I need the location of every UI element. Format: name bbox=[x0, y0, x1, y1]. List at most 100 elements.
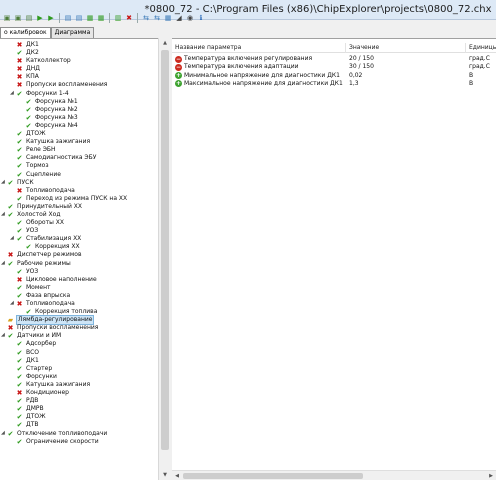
tree-node-label[interactable]: ДК1 bbox=[26, 41, 39, 49]
tree-node-label[interactable]: Катколлектор bbox=[26, 57, 71, 65]
tree-node-label[interactable]: Обороты ХХ bbox=[26, 219, 64, 227]
tree-node[interactable]: ✖ КПА bbox=[0, 73, 158, 81]
tree-vertical-scrollbar[interactable]: ▲ ▼ bbox=[158, 38, 171, 480]
tree-node-label[interactable]: Фаза впрыска bbox=[26, 292, 70, 300]
tree-node-label[interactable]: ДМРВ bbox=[26, 405, 44, 413]
tree-node-label[interactable]: Форсунка №3 bbox=[35, 114, 78, 122]
copy-icon[interactable]: ▤ bbox=[63, 13, 73, 23]
column-divider[interactable] bbox=[465, 43, 466, 53]
tool-icon[interactable]: ▶ bbox=[46, 13, 56, 23]
tree-node-label[interactable]: Форсунки bbox=[26, 373, 57, 381]
scroll-up-icon[interactable]: ▲ bbox=[159, 38, 171, 48]
tree-node-label[interactable]: Самодиагностика ЭБУ bbox=[26, 154, 96, 162]
tree-node-label[interactable]: Реле ЭБН bbox=[26, 146, 56, 154]
signal-icon[interactable]: ◢ bbox=[174, 13, 184, 23]
tree-node-label[interactable]: Коррекция топлива bbox=[35, 308, 97, 316]
tree-node-label[interactable]: Форсунка №4 bbox=[35, 122, 78, 130]
tree-node[interactable]: ✔ Форсунка №4 bbox=[0, 122, 158, 130]
tree-node-label[interactable]: Пропуски воспламенения bbox=[17, 324, 98, 332]
grid-row[interactable]: + Минимальное напряжение для диагностики … bbox=[172, 72, 496, 80]
tree-node-label[interactable]: Отключение топливоподачи bbox=[17, 430, 107, 438]
tree-node-label[interactable]: УОЗ bbox=[26, 268, 38, 276]
tree-node-label[interactable]: Холостой Ход bbox=[17, 211, 61, 219]
tree-node[interactable]: ◢ ✔ Датчики и ИМ bbox=[0, 332, 158, 340]
tree-node-label[interactable]: Стабилизация ХХ bbox=[26, 235, 81, 243]
tree-node[interactable]: ◢ ✖ Топливоподача bbox=[0, 300, 158, 308]
column-header-value[interactable]: Значение bbox=[349, 43, 379, 53]
parameter-value[interactable]: 1,3 bbox=[349, 80, 359, 88]
save-icon[interactable]: ▤ bbox=[24, 13, 34, 23]
scale-icon[interactable]: ▥ bbox=[113, 13, 123, 23]
tree-node-label[interactable]: Датчики и ИМ bbox=[17, 332, 61, 340]
tree-node[interactable]: ◢ ✔ Холостой Ход bbox=[0, 211, 158, 219]
tree-node-label[interactable]: Катушка зажигания bbox=[26, 138, 90, 146]
grid-row[interactable]: − Температура включения адаптации 30 / 150… bbox=[172, 63, 496, 71]
tree-scroll-thumb[interactable] bbox=[161, 50, 169, 450]
check-icon[interactable]: ▦ bbox=[96, 13, 106, 23]
tree-node[interactable]: ✔ РДВ bbox=[0, 397, 158, 405]
tree-node-label[interactable]: Форсунки 1-4 bbox=[26, 90, 69, 98]
tree-node[interactable]: ✖ Цикловое наполнение bbox=[0, 276, 158, 284]
scroll-down-icon[interactable]: ▼ bbox=[159, 470, 171, 480]
column-header-unit[interactable]: Единицы и bbox=[469, 43, 496, 53]
read-icon[interactable]: ⇆ bbox=[141, 13, 151, 23]
tree-node[interactable]: ✔ Коррекция топлива bbox=[0, 308, 158, 316]
tree-node-label[interactable]: Форсунка №2 bbox=[35, 106, 78, 114]
tree-node[interactable]: ✔ Коррекция ХХ bbox=[0, 243, 158, 251]
parameter-value[interactable]: 0,02 bbox=[349, 72, 362, 80]
grid-scroll-thumb[interactable] bbox=[183, 473, 363, 479]
tab-diagram[interactable]: Диаграмма bbox=[50, 27, 95, 38]
tree-node-label[interactable]: Сцепление bbox=[26, 171, 61, 179]
tree-node[interactable]: ✖ Пропуски воспламенения bbox=[0, 324, 158, 332]
tree-node[interactable]: ✔ ДМРВ bbox=[0, 405, 158, 413]
tree-node[interactable]: ✔ УОЗ bbox=[0, 227, 158, 235]
play-icon[interactable]: ▶ bbox=[35, 13, 45, 23]
tree-node[interactable]: ◢ ✔ Рабочие режимы bbox=[0, 260, 158, 268]
paste-icon[interactable]: ▤ bbox=[74, 13, 84, 23]
tree-node[interactable]: ✔ Стартер bbox=[0, 365, 158, 373]
tree-node[interactable]: ✔ ДТОЖ bbox=[0, 413, 158, 421]
tree-node[interactable]: ◢ ✔ Форсунки 1-4 bbox=[0, 90, 158, 98]
open-icon[interactable]: ▣ bbox=[13, 13, 23, 23]
tree-node-label[interactable]: ДК1 bbox=[26, 357, 39, 365]
tree-node-label[interactable]: ДТВ bbox=[26, 421, 38, 429]
tree-node[interactable]: ✔ Сцепление bbox=[0, 171, 158, 179]
tree-node-label[interactable]: Топливоподача bbox=[26, 187, 75, 195]
tree-node-label[interactable]: УОЗ bbox=[26, 227, 38, 235]
info-icon[interactable]: ℹ bbox=[196, 13, 206, 23]
tree-node[interactable]: ✖ ДНД bbox=[0, 65, 158, 73]
tree-node[interactable]: ◢ ✔ Отключение топливоподачи bbox=[0, 430, 158, 438]
tree-node[interactable]: ✔ Реле ЭБН bbox=[0, 146, 158, 154]
waves-icon[interactable]: ◉ bbox=[185, 13, 195, 23]
parameter-value[interactable]: 30 / 150 bbox=[349, 63, 374, 71]
tree-node-label[interactable]: Пропуски воспламенения bbox=[26, 81, 107, 89]
tree-node-label[interactable]: Коррекция ХХ bbox=[35, 243, 80, 251]
tree-node[interactable]: ✖ Пропуски воспламенения bbox=[0, 81, 158, 89]
write-icon[interactable]: ⇆ bbox=[152, 13, 162, 23]
tree-node-label[interactable]: Цикловое наполнение bbox=[26, 276, 97, 284]
tree-node-label[interactable]: Кондиционер bbox=[26, 389, 69, 397]
grid-horizontal-scrollbar[interactable]: ◀ ▶ bbox=[172, 470, 496, 480]
tree-node[interactable]: ✖ Катколлектор bbox=[0, 57, 158, 65]
tree-node[interactable]: ✔ Тормоз bbox=[0, 162, 158, 170]
tree-node[interactable]: ✔ Момент bbox=[0, 284, 158, 292]
tree-node[interactable]: ✔ ДК1 bbox=[0, 357, 158, 365]
scroll-right-icon[interactable]: ▶ bbox=[486, 471, 496, 480]
tree-node[interactable]: ✔ ДК2 bbox=[0, 49, 158, 57]
column-header-name[interactable]: Название параметра bbox=[175, 43, 241, 53]
tree-node[interactable]: ✔ Обороты ХХ bbox=[0, 219, 158, 227]
tree-node-label[interactable]: Диспетчер режимов bbox=[17, 251, 82, 259]
tree-node-label[interactable]: ДК2 bbox=[26, 49, 39, 57]
tab-calibrations[interactable]: о калибровок bbox=[0, 27, 51, 38]
tree-node-label[interactable]: Топливоподача bbox=[26, 300, 75, 308]
tree-node[interactable]: ✖ Топливоподача bbox=[0, 187, 158, 195]
tree-node[interactable]: ▰ Лямбда-регулирование bbox=[0, 315, 158, 326]
tree-node[interactable]: ✖ Диспетчер режимов bbox=[0, 251, 158, 259]
tree-node[interactable]: ✖ ДК1 bbox=[0, 41, 158, 49]
tree-node-label[interactable]: ДНД bbox=[26, 65, 40, 73]
tree-node[interactable]: ✔ Ограничение скорости bbox=[0, 438, 158, 446]
tree-node[interactable]: ◢ ✔ Стабилизация ХХ bbox=[0, 235, 158, 243]
flash-icon[interactable]: ▦ bbox=[163, 13, 173, 23]
tree-node-label[interactable]: ДТОЖ bbox=[26, 413, 46, 421]
tree-node[interactable]: ✔ Форсунка №2 bbox=[0, 106, 158, 114]
